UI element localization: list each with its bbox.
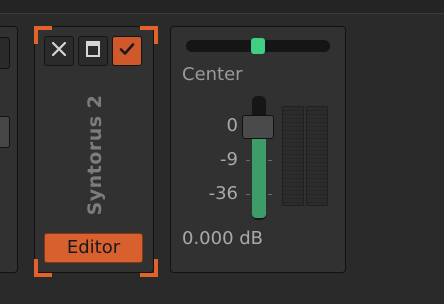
fader-scale-label: -9	[220, 149, 238, 170]
level-meter-right	[306, 106, 328, 206]
remove-plugin-button[interactable]	[44, 36, 74, 66]
fader-tick	[268, 194, 272, 195]
gain-readout[interactable]: 0.000 dB	[182, 228, 263, 249]
fader-tick	[268, 160, 272, 161]
plugin-name: Syntorus 2	[84, 94, 106, 216]
pan-label: Center	[182, 64, 243, 85]
window-icon	[85, 40, 101, 62]
fader-scale-label: -36	[208, 183, 238, 204]
editor-button[interactable]: Editor	[44, 233, 143, 263]
top-bar	[0, 0, 444, 14]
gain-fader-fill	[252, 132, 266, 218]
pan-slider[interactable]	[186, 38, 330, 54]
fader-scale-label: 0	[226, 115, 238, 136]
fader-tick	[246, 160, 250, 161]
show-window-button[interactable]	[78, 36, 108, 66]
previous-strip-button[interactable]	[0, 37, 10, 69]
close-icon	[50, 40, 68, 62]
enable-plugin-button[interactable]	[112, 36, 142, 66]
gain-fader-handle[interactable]	[242, 115, 274, 139]
checkmark-icon	[118, 40, 136, 62]
level-meter-left	[282, 106, 304, 206]
previous-strip-control[interactable]	[0, 116, 10, 148]
selection-corner-bottom-right	[140, 259, 158, 277]
selection-corner-top-right	[140, 26, 158, 44]
fader-tick	[246, 194, 250, 195]
pan-knob[interactable]	[251, 38, 265, 54]
